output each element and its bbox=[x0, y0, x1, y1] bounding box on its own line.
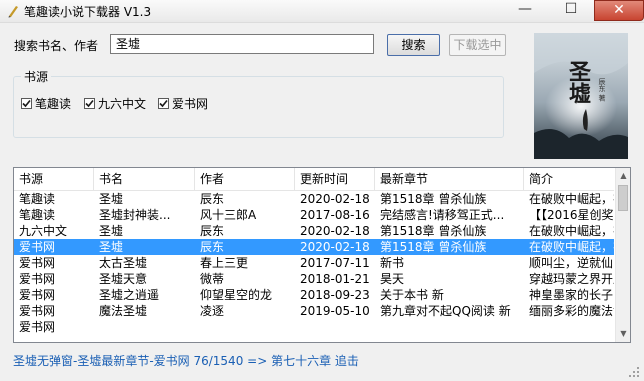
cell-title bbox=[94, 319, 195, 335]
table-row[interactable]: 爱书网 bbox=[14, 319, 614, 335]
download-selected-button[interactable]: 下载选中 bbox=[449, 34, 506, 56]
cell-author bbox=[195, 319, 295, 335]
cell-intro bbox=[524, 319, 614, 335]
cover-title-text: 圣墟 bbox=[565, 60, 591, 104]
cell-updated: 2017-08-16 bbox=[300, 208, 370, 222]
search-button[interactable]: 搜索 bbox=[387, 34, 440, 56]
cell-source: 爱书网 bbox=[19, 320, 56, 334]
cell-title: 魔法圣墟 bbox=[99, 304, 148, 318]
table-row[interactable]: 笔趣读 圣墟 辰东 2020-02-18 第1518章 曾杀仙族 在破败中崛起，在 bbox=[14, 191, 614, 207]
cell-intro: 穿越玛蒙之界开启 bbox=[529, 272, 614, 286]
cell-source: 爱书网 bbox=[19, 272, 56, 286]
cell-author: 春上三更 bbox=[200, 256, 249, 270]
checkbox-checked-icon[interactable] bbox=[84, 98, 95, 109]
cell-updated: 2019-05-10 bbox=[300, 304, 370, 318]
cell-intro: 在破败中崛起，在 bbox=[529, 192, 614, 206]
cover-author-text: 辰东 著 bbox=[598, 78, 606, 102]
cell-latest-chapter: 第1518章 曾杀仙族 bbox=[380, 224, 487, 238]
cell-title: 圣墟之逍遥 bbox=[99, 288, 160, 302]
cell-author: 风十三郎A bbox=[200, 208, 257, 222]
cell-updated: 2018-09-23 bbox=[300, 288, 370, 302]
minimize-button[interactable]: — bbox=[502, 0, 548, 21]
cell-title: 圣墟 bbox=[99, 240, 124, 254]
cell-latest-chapter: 关于本书 新 bbox=[380, 288, 444, 302]
table-row[interactable]: 爱书网 圣墟之逍遥 仰望星空的龙 2018-09-23 关于本书 新 神皇墨家的长子 bbox=[14, 287, 614, 303]
cell-updated bbox=[295, 319, 375, 335]
cell-source: 爱书网 bbox=[19, 304, 56, 318]
column-header-updated[interactable]: 更新时间 bbox=[295, 168, 375, 190]
cell-updated: 2017-07-11 bbox=[300, 256, 370, 270]
column-header-intro[interactable]: 简介 bbox=[524, 168, 614, 190]
table-row[interactable]: 爱书网 太古圣墟 春上三更 2017-07-11 新书 顺叫尘，逆就仙 bbox=[14, 255, 614, 271]
maximize-button[interactable]: ☐ bbox=[548, 0, 594, 21]
cell-intro: 在破败中崛起，在 bbox=[529, 240, 614, 254]
cell-source: 笔趣读 bbox=[19, 192, 56, 206]
vertical-scrollbar[interactable]: ▲ ▼ bbox=[615, 168, 630, 342]
cell-title: 圣墟封神装... bbox=[99, 208, 171, 222]
resize-grip-icon[interactable] bbox=[628, 366, 640, 378]
cell-updated: 2018-01-21 bbox=[300, 272, 370, 286]
column-header-author[interactable]: 作者 bbox=[195, 168, 295, 190]
cell-latest-chapter: 新书 bbox=[380, 256, 405, 270]
cell-latest-chapter: 第九章对不起QQ阅读 新 bbox=[380, 304, 511, 318]
checkbox-checked-icon[interactable] bbox=[21, 98, 32, 109]
cell-updated: 2020-02-18 bbox=[300, 192, 370, 206]
app-icon bbox=[8, 6, 18, 18]
cell-author: 仰望星空的龙 bbox=[200, 288, 273, 302]
scroll-up-arrow-icon[interactable]: ▲ bbox=[616, 168, 630, 183]
column-header-latest-chapter[interactable]: 最新章节 bbox=[375, 168, 524, 190]
scroll-down-arrow-icon[interactable]: ▼ bbox=[616, 326, 630, 341]
cell-latest-chapter: 完结感言!请移驾正式... bbox=[380, 208, 505, 222]
cell-latest-chapter: 第1518章 曾杀仙族 bbox=[380, 192, 487, 206]
cell-intro: 神皇墨家的长子 bbox=[529, 288, 614, 302]
cell-title: 圣墟 bbox=[99, 192, 124, 206]
cell-intro: 在破败中崛起，在 bbox=[529, 224, 614, 238]
source-label: 笔趣读 bbox=[35, 97, 72, 111]
cell-latest-chapter: 第1518章 曾杀仙族 bbox=[380, 240, 487, 254]
cell-intro: 缅丽多彩的魔法世 bbox=[529, 304, 614, 318]
cell-source: 九六中文 bbox=[19, 224, 68, 238]
title-bar: 笔趣读小说下载器 V1.3 — ☐ ✕ bbox=[0, 0, 644, 23]
search-label: 搜索书名、作者 bbox=[14, 39, 99, 53]
checkbox-checked-icon[interactable] bbox=[158, 98, 169, 109]
source-label: 九六中文 bbox=[98, 97, 147, 111]
source-label: 爱书网 bbox=[172, 97, 209, 111]
cell-updated: 2020-02-18 bbox=[300, 240, 370, 254]
status-text: 圣墟无弹窗-圣墟最新章节-爱书网 76/1540 => 第七十六章 追击 bbox=[13, 354, 359, 368]
cell-source: 爱书网 bbox=[19, 256, 56, 270]
cell-author: 辰东 bbox=[200, 224, 225, 238]
cell-author: 辰东 bbox=[200, 240, 225, 254]
cell-author: 凌逐 bbox=[200, 304, 225, 318]
cell-source: 爱书网 bbox=[19, 288, 56, 302]
source-checkbox-96zw[interactable]: 九六中文 bbox=[84, 95, 146, 112]
cell-author: 辰东 bbox=[200, 192, 225, 206]
cell-title: 圣墟 bbox=[99, 224, 124, 238]
cell-source: 笔趣读 bbox=[19, 208, 56, 222]
table-row-selected[interactable]: 爱书网 圣墟 辰东 2020-02-18 第1518章 曾杀仙族 在破败中崛起，在 bbox=[14, 239, 614, 255]
cell-title: 太古圣墟 bbox=[99, 256, 148, 270]
cell-latest-chapter bbox=[375, 319, 524, 335]
cell-intro: 顺叫尘，逆就仙 bbox=[529, 256, 614, 270]
cell-title: 圣墟天意 bbox=[99, 272, 148, 286]
source-checkbox-aishuwang[interactable]: 爱书网 bbox=[158, 95, 208, 112]
cell-intro: 【【2016星创奖 bbox=[529, 208, 614, 222]
cell-author: 微蒂 bbox=[200, 272, 225, 286]
source-group-legend: 书源 bbox=[21, 68, 52, 85]
table-row[interactable]: 爱书网 圣墟天意 微蒂 2018-01-21 昊天 穿越玛蒙之界开启 bbox=[14, 271, 614, 287]
scroll-thumb[interactable] bbox=[618, 185, 628, 211]
source-checkbox-biqudu[interactable]: 笔趣读 bbox=[21, 95, 71, 112]
table-row[interactable]: 九六中文 圣墟 辰东 2020-02-18 第1518章 曾杀仙族 在破败中崛起，在 bbox=[14, 223, 614, 239]
column-header-source[interactable]: 书源 bbox=[14, 168, 94, 190]
table-row[interactable]: 笔趣读 圣墟封神装... 风十三郎A 2017-08-16 完结感言!请移驾正式... 【… bbox=[14, 207, 614, 223]
search-input[interactable]: 圣墟 bbox=[110, 34, 374, 54]
column-header-title[interactable]: 书名 bbox=[94, 168, 195, 190]
book-list-table[interactable]: 书源 书名 作者 更新时间 最新章节 简介 笔趣读 圣墟 辰东 2020-02-18 第… bbox=[13, 167, 631, 343]
cell-updated: 2020-02-18 bbox=[300, 224, 370, 238]
table-row[interactable]: 爱书网 魔法圣墟 凌逐 2019-05-10 第九章对不起QQ阅读 新 缅丽多彩的魔法世 bbox=[14, 303, 614, 319]
cell-latest-chapter: 昊天 bbox=[380, 272, 405, 286]
close-button[interactable]: ✕ bbox=[594, 0, 644, 21]
window-title: 笔趣读小说下载器 V1.3 bbox=[24, 5, 152, 19]
cell-source: 爱书网 bbox=[19, 240, 56, 254]
table-header: 书源 书名 作者 更新时间 最新章节 简介 bbox=[14, 168, 614, 191]
